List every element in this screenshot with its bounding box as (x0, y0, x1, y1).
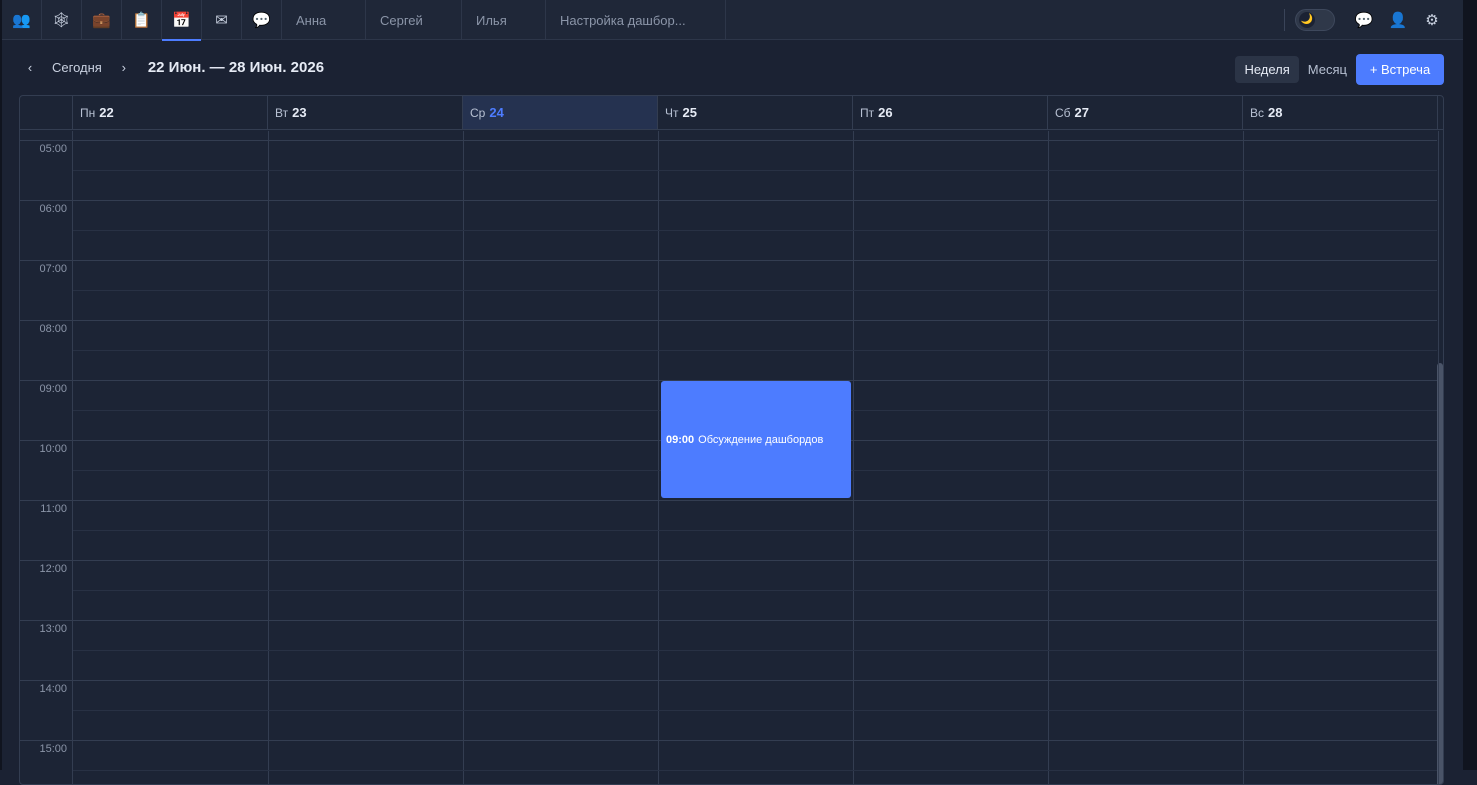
day-header[interactable]: Пн 22 (73, 96, 268, 129)
time-label: 08:00 (39, 323, 67, 335)
day-header[interactable]: Вт 23 (268, 96, 463, 129)
time-label: 05:00 (39, 143, 67, 155)
theme-toggle[interactable]: 🌙 (1295, 8, 1335, 31)
hour-line (20, 560, 1437, 561)
prev-week-button[interactable]: ‹ (20, 60, 40, 75)
day-of-week-label: Пн (80, 105, 96, 120)
hour-line (20, 680, 1437, 681)
half-hour-line (73, 590, 1437, 591)
day-header[interactable]: Ср 24 (463, 96, 658, 129)
time-label: 12:00 (39, 563, 67, 575)
half-hour-line (73, 770, 1437, 771)
mail-icon[interactable]: ✉ (202, 0, 242, 40)
day-number: 26 (878, 105, 893, 120)
time-label: 10:00 (39, 443, 67, 455)
event-time: 09:00 (666, 433, 695, 446)
view-week-button[interactable]: Неделя (1235, 56, 1299, 83)
briefcase-icon[interactable]: 💼 (82, 0, 122, 40)
day-of-week-label: Пт (860, 105, 875, 120)
time-gutter-header (20, 96, 73, 129)
half-hour-line (73, 710, 1437, 711)
day-header[interactable]: Вс 28 (1243, 96, 1438, 129)
next-week-button[interactable]: › (114, 60, 134, 75)
day-column-divider (1438, 131, 1439, 784)
half-hour-line (73, 530, 1437, 531)
calendar-event[interactable]: 09:00 Обсуждение дашбордов (661, 381, 851, 498)
day-header[interactable]: Сб 27 (1048, 96, 1243, 129)
top-tab-bar: 👥 🕸 💼 📋 📅 ✉ 💬 Анна Сергей Илья Настройка… (2, 0, 1463, 41)
time-label: 07:00 (39, 263, 67, 275)
hour-line (20, 620, 1437, 621)
view-switch: Неделя Месяц (1235, 56, 1356, 83)
calendar-icon[interactable]: 📅 (162, 0, 202, 41)
half-hour-line (73, 290, 1437, 291)
contacts-icon[interactable]: 👥 (2, 0, 42, 40)
day-header[interactable]: Пт 26 (853, 96, 1048, 129)
day-number: 27 (1074, 105, 1090, 120)
calendar-header: Пн 22 Вт 23 Ср 24 Чт 25 Пт 26 Сб 27 Вс 28 (20, 96, 1443, 130)
day-number: 24 (489, 105, 504, 120)
day-number: 28 (1268, 105, 1283, 120)
tab-sergey[interactable]: Сергей (366, 0, 462, 40)
day-header[interactable]: Чт 25 (658, 96, 853, 129)
hour-line (20, 200, 1437, 201)
day-of-week-label: Вт (275, 105, 289, 120)
event-title: Обсуждение дашбордов (698, 433, 824, 446)
clipboard-icon[interactable]: 📋 (122, 0, 162, 40)
day-of-week-label: Чт (665, 105, 679, 120)
day-number: 22 (99, 105, 114, 120)
hour-line (20, 140, 1437, 141)
day-of-week-label: Ср (470, 105, 486, 120)
time-label: 11:00 (40, 503, 67, 515)
date-range-title: 22 Июн. — 28 Июн. 2026 (147, 59, 325, 76)
hour-line (20, 500, 1437, 501)
profile-icon[interactable]: 👤 (1381, 0, 1415, 40)
network-icon[interactable]: 🕸 (42, 0, 82, 40)
week-calendar: Пн 22 Вт 23 Ср 24 Чт 25 Пт 26 Сб 27 Вс 28 05:00 06:00 0… (19, 95, 1444, 785)
view-month-button[interactable]: Месяц (1299, 56, 1356, 83)
hour-line (20, 320, 1437, 321)
day-of-week-label: Сб (1055, 105, 1071, 120)
tab-anna[interactable]: Анна (282, 0, 366, 40)
hour-line (20, 740, 1437, 741)
messages-icon[interactable]: 💬 (1347, 0, 1381, 40)
tab-ilya[interactable]: Илья (462, 0, 546, 40)
time-label: 14:00 (39, 683, 67, 695)
hour-line (20, 260, 1437, 261)
half-hour-line (73, 170, 1437, 171)
day-number: 25 (682, 105, 697, 120)
divider (1284, 8, 1285, 31)
time-label: 06:00 (39, 203, 67, 215)
time-label: 09:00 (39, 383, 67, 395)
today-button[interactable]: Сегодня (40, 60, 114, 75)
calendar-grid[interactable]: 05:00 06:00 07:00 08:00 09:00 10:00 11:00 12:00… (20, 131, 1443, 784)
time-label: 13:00 (39, 623, 67, 635)
time-label: 15:00 (39, 743, 67, 755)
calendar-toolbar: ‹ Сегодня › 22 Июн. — 28 Июн. 2026 Недел… (2, 40, 1463, 95)
add-meeting-button[interactable]: + Встреча (1356, 54, 1444, 85)
moon-icon: 🌙 (1299, 11, 1315, 28)
half-hour-line (73, 350, 1437, 351)
tab-dashboard-settings[interactable]: Настройка дашбор... (546, 0, 726, 40)
tab-bar-spacer (726, 0, 1284, 39)
top-right-controls: 🌙 💬 👤 ⚙ (1284, 0, 1463, 39)
chat-bubble-icon[interactable]: 💬 (242, 0, 282, 40)
half-hour-line (73, 650, 1437, 651)
day-number: 23 (292, 105, 307, 120)
settings-icon[interactable]: ⚙ (1415, 0, 1449, 40)
half-hour-line (73, 230, 1437, 231)
day-of-week-label: Вс (1250, 105, 1265, 120)
